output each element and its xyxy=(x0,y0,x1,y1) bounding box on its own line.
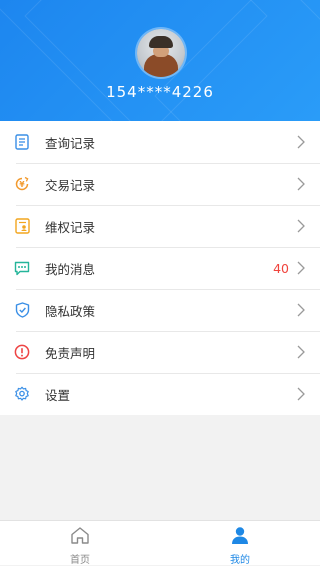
chevron-right-icon xyxy=(297,303,307,317)
rights-record-icon xyxy=(14,218,30,234)
tab-mine[interactable]: 我的 xyxy=(160,521,320,566)
gear-icon xyxy=(14,386,30,402)
shield-check-icon xyxy=(14,302,30,318)
menu-item-query-records[interactable]: 查询记录 xyxy=(0,121,320,163)
alert-circle-icon xyxy=(14,344,30,360)
menu-item-settings[interactable]: 设置 xyxy=(0,373,320,415)
user-icon xyxy=(230,526,250,549)
menu-item-label: 我的消息 xyxy=(45,261,96,277)
menu-item-label: 隐私政策 xyxy=(45,303,96,319)
tab-home-label: 首页 xyxy=(70,555,90,566)
unread-count-badge: 40 xyxy=(273,260,289,276)
chevron-right-icon xyxy=(297,387,307,401)
menu-item-privacy-policy[interactable]: 隐私政策 xyxy=(0,289,320,331)
menu-item-label: 维权记录 xyxy=(45,219,96,235)
menu-item-label: 查询记录 xyxy=(45,135,96,151)
avatar[interactable] xyxy=(137,29,185,77)
svg-text:¥: ¥ xyxy=(19,180,25,189)
menu-item-rights-records[interactable]: 维权记录 xyxy=(0,205,320,247)
chevron-right-icon xyxy=(297,135,307,149)
tab-mine-label: 我的 xyxy=(230,555,250,566)
message-bubble-icon xyxy=(14,260,30,276)
menu-item-disclaimer[interactable]: 免责声明 xyxy=(0,331,320,373)
chevron-right-icon xyxy=(297,177,307,191)
menu-item-my-messages[interactable]: 我的消息 40 xyxy=(0,247,320,289)
home-icon xyxy=(70,526,90,549)
chevron-right-icon xyxy=(297,219,307,233)
menu-item-transaction-records[interactable]: ¥ 交易记录 xyxy=(0,163,320,205)
tab-home[interactable]: 首页 xyxy=(0,521,160,566)
user-phone: 154****4226 xyxy=(106,83,214,101)
profile-header: 154****4226 xyxy=(0,0,320,121)
menu-item-label: 设置 xyxy=(45,387,71,403)
menu-item-label: 交易记录 xyxy=(45,177,96,193)
chevron-right-icon xyxy=(297,261,307,275)
chevron-right-icon xyxy=(297,345,307,359)
document-list-icon xyxy=(14,134,30,150)
bottom-tab-bar: 首页 我的 xyxy=(0,520,320,566)
yuan-coin-icon: ¥ xyxy=(14,176,30,192)
menu-item-label: 免责声明 xyxy=(45,345,96,361)
menu-list: 查询记录 ¥ 交易记录 维权记录 我的消息 40 隐私政策 免责声明 设置 xyxy=(0,121,320,415)
